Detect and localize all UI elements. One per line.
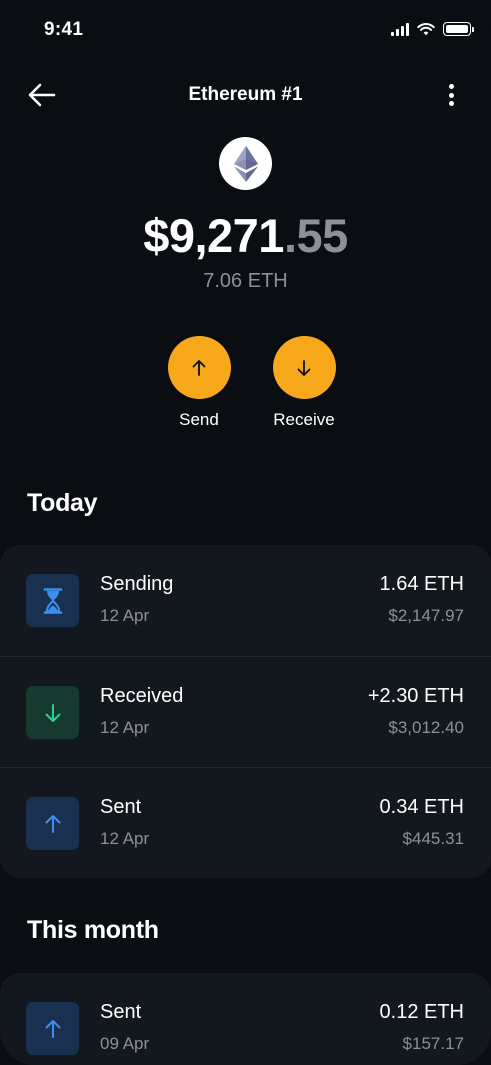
arrow-up-icon: [45, 1019, 60, 1038]
transaction-row[interactable]: Sent 12 Apr 0.34 ETH $445.31: [0, 767, 491, 878]
more-dot: [448, 101, 454, 106]
tx-amount: +2.30 ETH: [367, 685, 464, 707]
more-options-button[interactable]: [441, 82, 461, 108]
ethereum-logo-icon: [219, 137, 272, 190]
tx-fiat-value: $157.17: [402, 1034, 464, 1053]
arrow-up-icon: [45, 814, 60, 833]
tx-amount: 1.64 ETH: [379, 573, 464, 595]
battery-icon: [443, 22, 474, 36]
tx-icon-box: [26, 686, 79, 739]
status-bar: 9:41: [0, 0, 491, 60]
tx-title: Sending: [100, 573, 174, 595]
send-button[interactable]: Send: [149, 336, 249, 430]
receive-label: Receive: [273, 410, 335, 429]
transaction-row[interactable]: Received 12 Apr +2.30 ETH $3,012.40: [0, 656, 491, 767]
balance-cents: .55: [283, 209, 348, 262]
more-dot: [448, 84, 454, 89]
tx-fiat-value: $445.31: [402, 829, 464, 848]
arrow-down-icon: [297, 359, 311, 376]
section-title-this-month: This month: [27, 916, 159, 944]
arrow-up-icon: [192, 359, 206, 376]
status-icons: [391, 22, 474, 36]
tx-icon-box: [26, 1002, 79, 1055]
page-title: Ethereum #1: [188, 84, 303, 105]
transaction-row[interactable]: Sent 09 Apr 0.12 ETH $157.17: [0, 973, 491, 1065]
send-circle[interactable]: [167, 336, 231, 399]
tx-amount: 0.12 ETH: [379, 1001, 464, 1023]
tx-icon-box: [26, 574, 79, 627]
ethereum-diamond-icon: [233, 145, 258, 182]
balance-main: $9,271: [143, 209, 284, 262]
hourglass-icon: [43, 587, 62, 614]
fiat-balance: $9,271.55: [0, 208, 491, 263]
tx-fiat-value: $3,012.40: [388, 718, 464, 737]
cellular-signal-icon: [391, 22, 409, 36]
section-title-today: Today: [27, 489, 98, 517]
tx-title: Sent: [100, 796, 142, 818]
tx-title: Received: [100, 685, 184, 707]
send-label: Send: [179, 410, 219, 429]
tx-fiat-value: $2,147.97: [388, 606, 464, 625]
more-dot: [448, 92, 454, 98]
receive-circle[interactable]: [272, 336, 336, 399]
tx-date: 12 Apr: [100, 829, 150, 848]
tx-amount: 0.34 ETH: [379, 796, 464, 818]
transaction-row[interactable]: Sending 12 Apr 1.64 ETH $2,147.97: [0, 545, 491, 656]
arrow-down-icon: [45, 703, 60, 722]
wallet-screen: 9:41 Ethereum #1 $9,271.55 7.06 ETH Send…: [0, 0, 491, 1065]
wifi-icon: [417, 23, 435, 36]
transactions-card-today: Sending 12 Apr 1.64 ETH $2,147.97 Receiv…: [0, 545, 491, 878]
transactions-card-this-month: Sent 09 Apr 0.12 ETH $157.17: [0, 973, 491, 1065]
tx-date: 09 Apr: [100, 1034, 150, 1053]
tx-date: 12 Apr: [100, 606, 150, 625]
crypto-balance: 7.06 ETH: [203, 270, 288, 292]
status-time: 9:41: [44, 19, 84, 40]
tx-icon-box: [26, 797, 79, 850]
app-header: Ethereum #1: [0, 70, 491, 120]
tx-title: Sent: [100, 1001, 142, 1023]
tx-date: 12 Apr: [100, 718, 150, 737]
receive-button[interactable]: Receive: [254, 336, 354, 430]
